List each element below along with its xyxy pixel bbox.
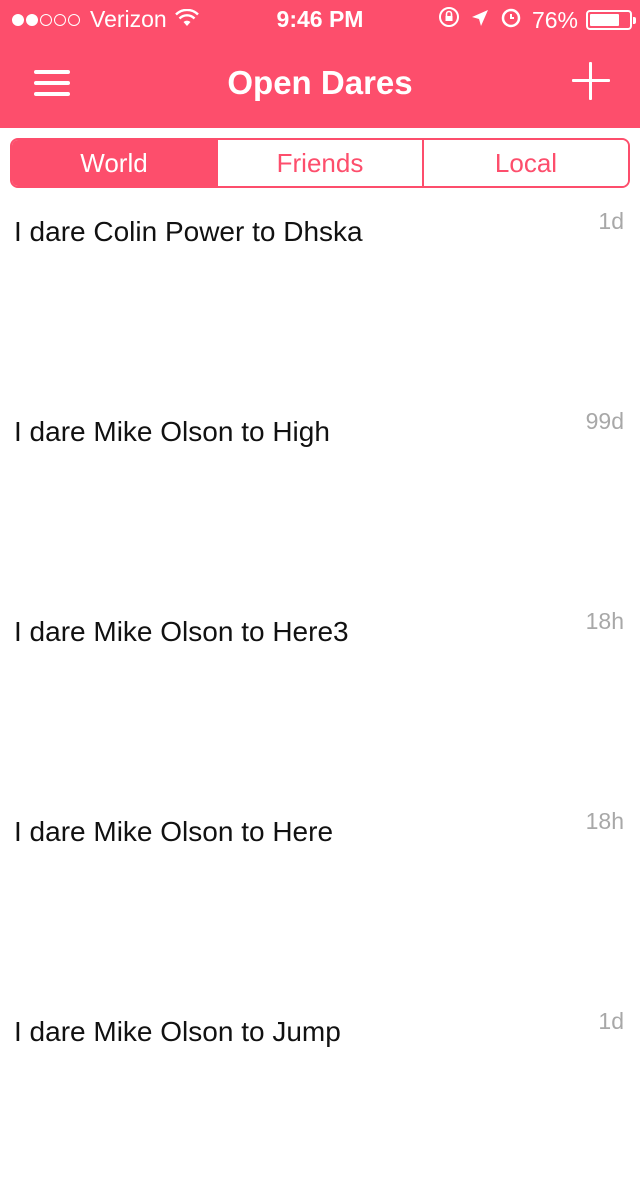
add-dare-button[interactable] <box>572 62 610 100</box>
list-item[interactable]: I dare Colin Power to Dhska 1d <box>0 196 640 396</box>
alarm-icon <box>500 6 522 34</box>
dare-text: I dare Mike Olson to Jump <box>14 1016 341 1047</box>
dare-age: 99d <box>585 408 624 434</box>
rotation-lock-icon <box>438 6 460 34</box>
dare-age: 18h <box>585 608 624 634</box>
tab-friends[interactable]: Friends <box>216 140 422 186</box>
tab-world[interactable]: World <box>12 140 216 186</box>
dare-age: 1d <box>598 208 624 234</box>
list-item[interactable]: I dare Mike Olson to Jump 1d <box>0 996 640 1196</box>
dare-age: 18h <box>585 808 624 834</box>
dare-text: I dare Mike Olson to Here3 <box>14 616 349 647</box>
dare-text: I dare Mike Olson to Here <box>14 816 334 847</box>
list-item[interactable]: I dare Mike Olson to Here3 18h <box>0 596 640 796</box>
status-bar: Verizon 9:46 PM 76% <box>0 0 640 40</box>
dare-list: I dare Colin Power to Dhska 1d I dare Mi… <box>0 196 640 1196</box>
location-arrow-icon <box>470 7 490 34</box>
tab-local[interactable]: Local <box>422 140 628 186</box>
dare-text: I dare Mike Olson to High <box>14 416 330 447</box>
battery-fill <box>590 14 619 26</box>
battery-percent: 76% <box>531 6 578 33</box>
status-right: 76% <box>438 6 636 34</box>
battery-icon <box>586 10 636 30</box>
app-header: Verizon 9:46 PM 76% Open Dares <box>0 0 640 128</box>
list-item[interactable]: I dare Mike Olson to Here 18h <box>0 796 640 996</box>
dare-age: 1d <box>598 1008 624 1034</box>
page-title: Open Dares <box>227 64 413 101</box>
list-item[interactable]: I dare Mike Olson to High 99d <box>0 396 640 596</box>
dare-text: I dare Colin Power to Dhska <box>14 216 363 247</box>
scope-segmented-control: World Friends Local <box>10 138 630 188</box>
